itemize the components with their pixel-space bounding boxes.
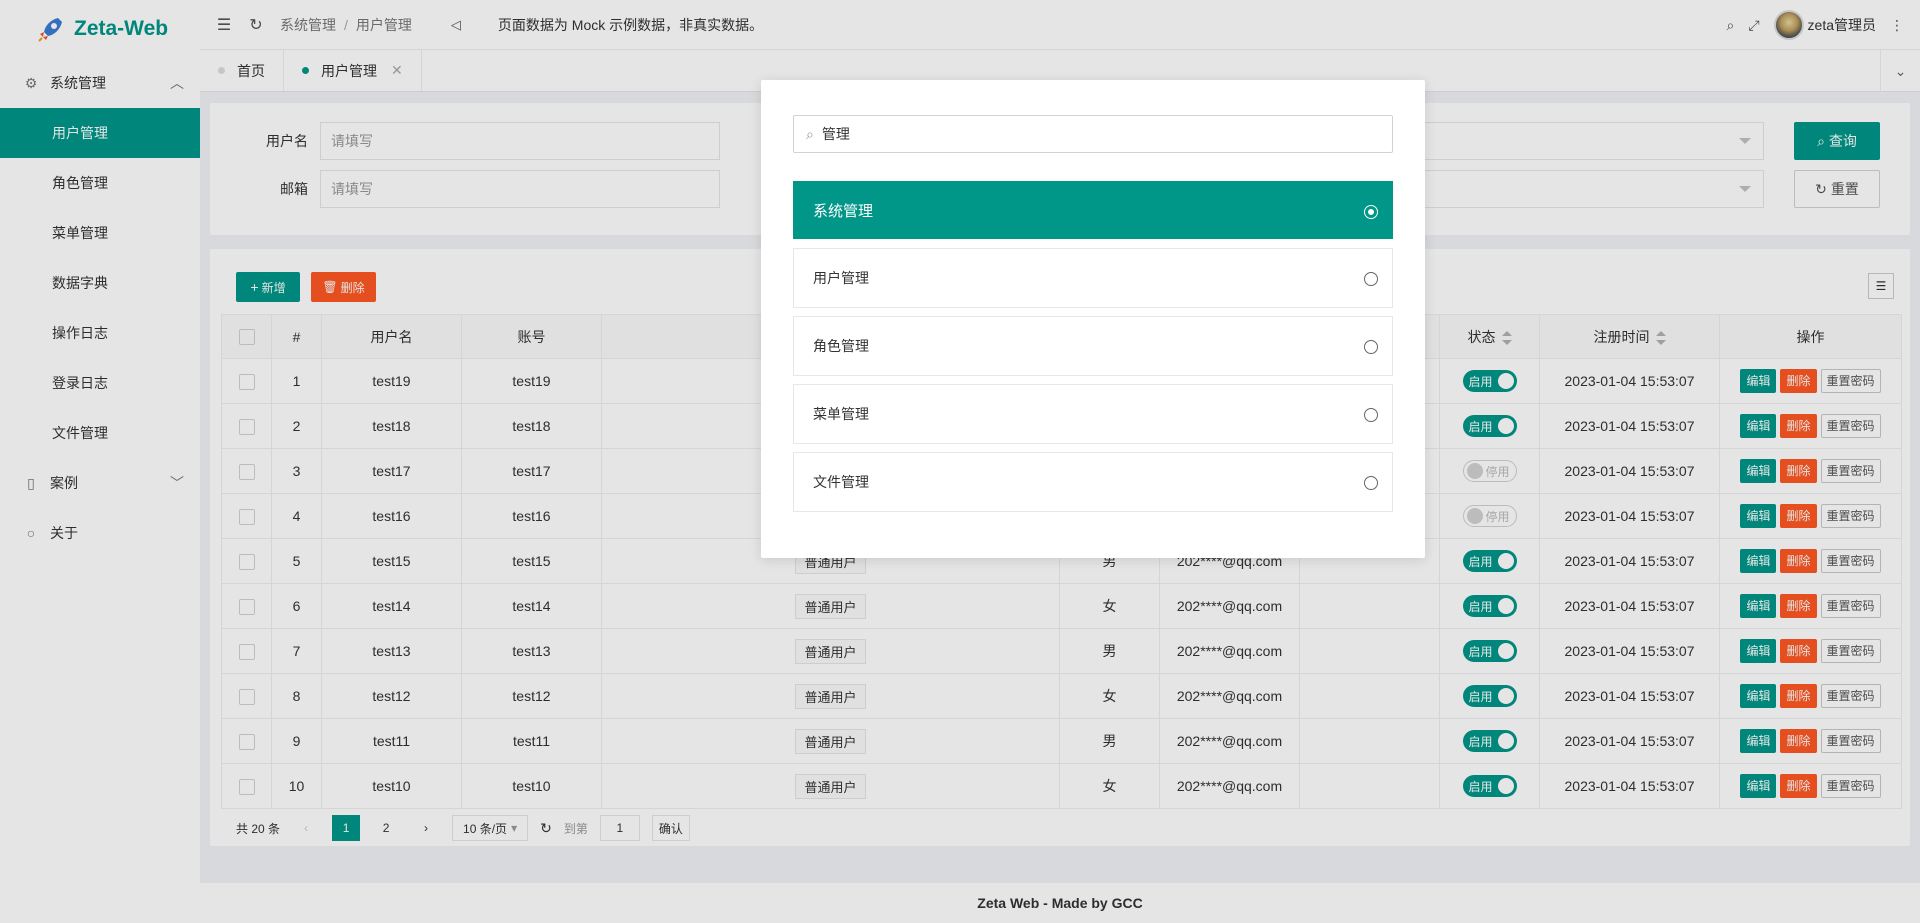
menu-search-input[interactable]: ⌕ 管理	[793, 115, 1393, 153]
radio-icon	[1364, 272, 1378, 286]
option-label: 文件管理	[813, 474, 869, 490]
option-label: 角色管理	[813, 338, 869, 354]
option-label: 菜单管理	[813, 406, 869, 422]
search-result-option[interactable]: 用户管理	[793, 248, 1393, 308]
search-result-option[interactable]: 系统管理	[793, 181, 1393, 239]
search-value: 管理	[821, 126, 850, 142]
radio-checked-icon	[1364, 205, 1378, 219]
option-label: 用户管理	[813, 270, 869, 286]
search-result-option[interactable]: 角色管理	[793, 316, 1393, 376]
radio-icon	[1364, 408, 1378, 422]
radio-icon	[1364, 340, 1378, 354]
menu-search-modal: ⌕ 管理 系统管理 用户管理 角色管理 菜单管理 文件管理	[761, 80, 1425, 558]
search-result-option[interactable]: 菜单管理	[793, 384, 1393, 444]
option-label: 系统管理	[813, 202, 874, 220]
search-icon: ⌕	[806, 125, 814, 142]
radio-icon	[1364, 476, 1378, 490]
search-result-option[interactable]: 文件管理	[793, 452, 1393, 512]
